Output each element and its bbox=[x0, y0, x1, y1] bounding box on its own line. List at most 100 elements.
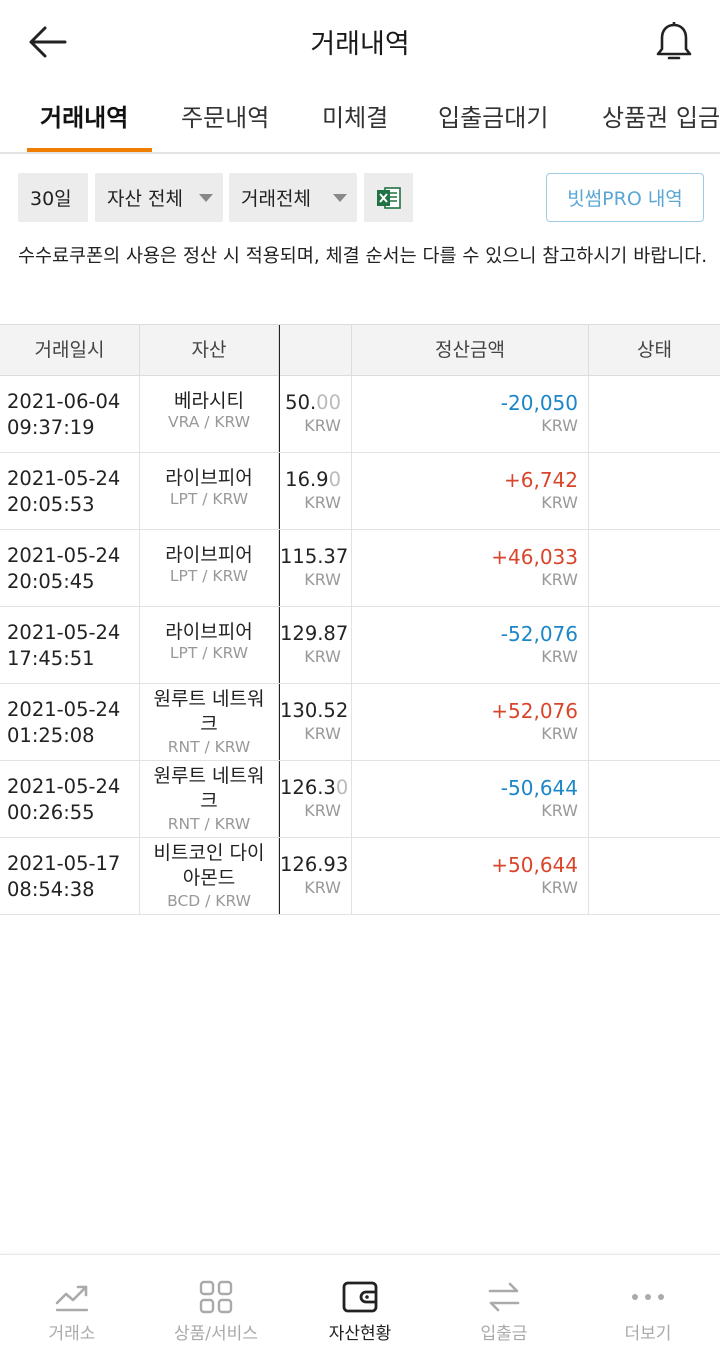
settlement-amount: +52,076 KRW bbox=[352, 684, 589, 760]
asset-name: 원루트 네트워크 bbox=[153, 765, 265, 812]
asset-name: 라이브피어 bbox=[165, 544, 253, 566]
header-settlement-amount[interactable]: 정산금액 bbox=[352, 325, 589, 376]
trade-time: 17:45:51 bbox=[7, 647, 95, 670]
trade-type-filter-label: 거래전체 bbox=[241, 188, 311, 210]
asset-pair: LPT / KRW bbox=[169, 644, 249, 662]
table-row[interactable]: 2021-05-24 01:25:08 원루트 네트워크 RNT / KRW 130.5… bbox=[0, 684, 720, 761]
trade-status bbox=[589, 376, 720, 452]
table-body: 2021-06-04 09:37:19 베라시티 VRA / KRW 50.00 KRW -… bbox=[0, 376, 720, 915]
header-price[interactable] bbox=[279, 325, 352, 376]
trade-datetime: 2021-05-17 08:54:38 bbox=[0, 838, 140, 914]
nav-deposit-withdraw-label: 입출금 bbox=[480, 1324, 528, 1344]
amount-unit: KRW bbox=[541, 878, 578, 897]
trade-asset: 라이브피어 LPT / KRW bbox=[140, 530, 279, 606]
trade-datetime: 2021-05-24 01:25:08 bbox=[0, 684, 140, 760]
trade-time: 08:54:38 bbox=[7, 878, 95, 901]
table-header: 거래일시 자산 정산금액 상태 bbox=[0, 324, 720, 376]
amount-unit: KRW bbox=[541, 493, 578, 512]
price-unit: KRW bbox=[304, 416, 341, 435]
asset-filter[interactable]: 자산 전체 bbox=[95, 173, 223, 222]
amount-unit: KRW bbox=[541, 570, 578, 589]
table-row[interactable]: 2021-05-24 20:05:53 라이브피어 LPT / KRW 16.90 KRW… bbox=[0, 453, 720, 530]
trade-price: 16.90 KRW bbox=[279, 453, 352, 529]
tab-unfilled[interactable]: 미체결 bbox=[322, 98, 388, 152]
grid-icon bbox=[196, 1277, 236, 1317]
trade-type-filter[interactable]: 거래전체 bbox=[229, 173, 357, 222]
trade-price: 130.52 KRW bbox=[279, 684, 352, 760]
nav-exchange-label: 거래소 bbox=[48, 1324, 96, 1344]
price-value: 130.52 bbox=[280, 699, 349, 722]
nav-asset-status-label: 자산현황 bbox=[328, 1324, 392, 1344]
asset-name: 비트코인 다이아몬드 bbox=[153, 842, 265, 889]
trade-price: 126.93 KRW bbox=[279, 838, 352, 914]
trade-price: 50.00 KRW bbox=[279, 376, 352, 452]
page-title: 거래내역 bbox=[310, 29, 410, 60]
settlement-amount: -52,076 KRW bbox=[352, 607, 589, 683]
price-value-faded: 00 bbox=[316, 391, 341, 414]
trade-datetime: 2021-05-24 20:05:53 bbox=[0, 453, 140, 529]
header-status[interactable]: 상태 bbox=[589, 325, 720, 376]
pro-history-button[interactable]: 빗썸PRO 내역 bbox=[546, 173, 704, 222]
trade-time: 01:25:08 bbox=[7, 724, 95, 747]
table-row[interactable]: 2021-06-04 09:37:19 베라시티 VRA / KRW 50.00 KRW -… bbox=[0, 376, 720, 453]
amount-value: +46,033 bbox=[491, 545, 578, 569]
tab-deposit-pending[interactable]: 입출금대기 bbox=[438, 98, 548, 152]
nav-products-services[interactable]: 상품/서비스 bbox=[144, 1255, 288, 1360]
price-value: 115.37 bbox=[280, 545, 349, 568]
tab-gift-deposit[interactable]: 상품권 입금 bbox=[602, 98, 720, 152]
notification-button[interactable] bbox=[650, 18, 698, 66]
trade-asset: 라이브피어 LPT / KRW bbox=[140, 607, 279, 683]
trade-asset: 라이브피어 LPT / KRW bbox=[140, 453, 279, 529]
bottom-navigation: 거래소 상품/서비스 자산현황 입출금 더보기 bbox=[0, 1254, 720, 1360]
excel-export-button[interactable] bbox=[364, 173, 413, 222]
asset-pair: LPT / KRW bbox=[169, 567, 249, 585]
price-value: 126.93 bbox=[280, 853, 349, 876]
period-filter[interactable]: 30일 bbox=[18, 173, 88, 222]
trade-datetime: 2021-06-04 09:37:19 bbox=[0, 376, 140, 452]
amount-value: -20,050 bbox=[500, 391, 578, 415]
trade-datetime: 2021-05-24 00:26:55 bbox=[0, 761, 140, 837]
wallet-icon bbox=[340, 1277, 380, 1317]
price-value-wrap: 130.52 bbox=[280, 699, 348, 723]
chart-line-icon bbox=[52, 1277, 92, 1317]
price-unit: KRW bbox=[304, 801, 341, 820]
nav-asset-status[interactable]: 자산현황 bbox=[288, 1255, 432, 1360]
trade-price: 115.37 KRW bbox=[279, 530, 352, 606]
price-value-wrap: 115.37 bbox=[280, 545, 348, 569]
price-unit: KRW bbox=[304, 647, 341, 666]
tab-order-history[interactable]: 주문내역 bbox=[181, 98, 269, 152]
trade-status bbox=[589, 761, 720, 837]
tab-trade-history[interactable]: 거래내역 bbox=[40, 98, 128, 152]
price-value-wrap: 129.87 bbox=[280, 622, 348, 646]
nav-deposit-withdraw[interactable]: 입출금 bbox=[432, 1255, 576, 1360]
trade-date: 2021-06-04 bbox=[7, 390, 121, 413]
header-datetime[interactable]: 거래일시 bbox=[0, 325, 140, 376]
trade-date: 2021-05-24 bbox=[7, 698, 121, 721]
nav-more[interactable]: 더보기 bbox=[576, 1255, 720, 1360]
trade-asset: 비트코인 다이아몬드 BCD / KRW bbox=[140, 838, 279, 914]
trade-status bbox=[589, 684, 720, 760]
price-value: 50. bbox=[285, 391, 317, 414]
table-row[interactable]: 2021-05-24 17:45:51 라이브피어 LPT / KRW 129.87 KR… bbox=[0, 607, 720, 684]
trade-time: 00:26:55 bbox=[7, 801, 95, 824]
price-value-wrap: 126.30 bbox=[280, 776, 348, 800]
table-row[interactable]: 2021-05-17 08:54:38 비트코인 다이아몬드 BCD / KRW 126… bbox=[0, 838, 720, 915]
price-value-faded: 0 bbox=[335, 776, 349, 799]
trade-status bbox=[589, 607, 720, 683]
table-row[interactable]: 2021-05-24 00:26:55 원루트 네트워크 RNT / KRW 126.3… bbox=[0, 761, 720, 838]
tab-bar: 거래내역 주문내역 미체결 입출금대기 상품권 입금 bbox=[0, 84, 720, 154]
table-row[interactable]: 2021-05-24 20:05:45 라이브피어 LPT / KRW 115.37 KR… bbox=[0, 530, 720, 607]
price-value-wrap: 16.90 bbox=[280, 468, 341, 492]
trade-price: 129.87 KRW bbox=[279, 607, 352, 683]
asset-pair: VRA / KRW bbox=[167, 413, 251, 431]
asset-name: 라이브피어 bbox=[165, 467, 253, 489]
asset-filter-label: 자산 전체 bbox=[107, 188, 183, 210]
amount-unit: KRW bbox=[541, 801, 578, 820]
nav-exchange[interactable]: 거래소 bbox=[0, 1255, 144, 1360]
app-header: 거래내역 bbox=[0, 0, 720, 84]
header-asset[interactable]: 자산 bbox=[140, 325, 279, 376]
active-tab-indicator bbox=[27, 148, 152, 152]
chevron-down-icon bbox=[333, 194, 347, 202]
settlement-amount: -20,050 KRW bbox=[352, 376, 589, 452]
asset-pair: RNT / KRW bbox=[167, 815, 251, 833]
